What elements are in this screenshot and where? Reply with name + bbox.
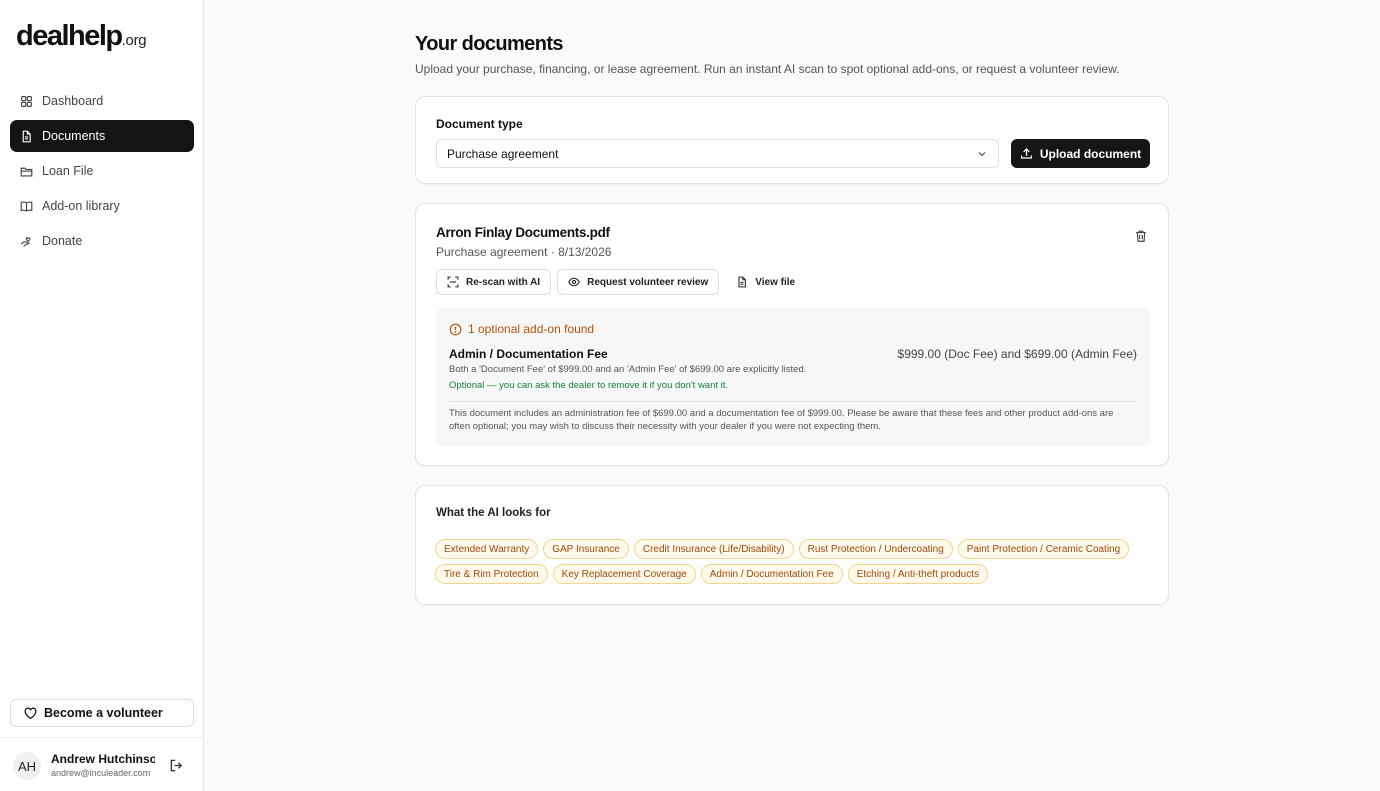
document-card: Arron Finlay Documents.pdf Purchase agre… [415, 203, 1169, 466]
upload-document-button[interactable]: Upload document [1011, 139, 1150, 168]
brand-logo[interactable]: dealhelp .org [16, 20, 147, 53]
document-type-label: Document type [436, 117, 523, 131]
addon-tag: Etching / Anti-theft products [847, 564, 988, 584]
trash-icon[interactable] [1134, 229, 1148, 243]
divider [449, 401, 1137, 402]
scan-icon [447, 276, 459, 288]
user-profile: AH Andrew Hutchinson andrew@inculeader.c… [0, 737, 204, 791]
sidebar-nav: Dashboard Documents Loan File Add-on lib… [10, 85, 194, 260]
addon-tag: Extended Warranty [435, 539, 539, 559]
upload-document-label: Upload document [1039, 146, 1142, 161]
addon-tag: Tire & Rim Protection [435, 564, 548, 584]
sidebar-item-label: Loan File [42, 164, 94, 178]
addon-tag-list: Extended Warranty GAP Insurance Credit I… [435, 539, 1155, 589]
document-type-select[interactable]: Purchase agreement [436, 139, 999, 168]
become-volunteer-button[interactable]: Become a volunteer [10, 699, 194, 727]
sidebar-item-add-on-library[interactable]: Add-on library [10, 190, 194, 222]
addon-amount: $999.00 (Doc Fee) and $699.00 (Admin Fee… [897, 347, 1137, 361]
addon-optional-note: Optional — you can ask the dealer to rem… [449, 380, 729, 391]
brand-tld: .org [121, 32, 147, 49]
document-icon [20, 130, 33, 143]
page-subtitle: Upload your purchase, financing, or leas… [415, 62, 1120, 76]
view-file-label: View file [755, 276, 796, 288]
folder-icon [20, 165, 33, 178]
findings-heading-text: 1 optional add-on found [468, 322, 595, 336]
file-icon [738, 276, 747, 288]
grid-icon [20, 95, 33, 108]
addon-tag: Key Replacement Coverage [552, 564, 696, 584]
sidebar-item-loan-file[interactable]: Loan File [10, 155, 194, 187]
addon-title: Admin / Documentation Fee [449, 347, 608, 361]
sidebar-item-donate[interactable]: Donate [10, 225, 194, 257]
sidebar-item-label: Add-on library [42, 199, 120, 213]
sidebar-item-label: Documents [42, 129, 106, 143]
upload-card: Document type Purchase agreement Upload … [415, 96, 1169, 184]
sidebar-item-label: Donate [42, 234, 83, 248]
avatar[interactable]: AH [13, 752, 41, 780]
rescan-label: Re-scan with AI [466, 276, 541, 288]
sidebar-item-documents[interactable]: Documents [10, 120, 194, 152]
become-volunteer-label: Become a volunteer [44, 706, 163, 720]
chevron-down-icon [978, 152, 986, 157]
user-name: Andrew Hutchinson [51, 752, 155, 766]
sidebar: dealhelp .org Dashboard Documents Loan F… [0, 0, 204, 791]
book-icon [20, 200, 33, 213]
document-meta: Purchase agreement · 8/13/2026 [436, 245, 612, 259]
brand-name: dealhelp [16, 20, 123, 52]
ai-looks-for-card: What the AI looks for Extended Warranty … [415, 485, 1169, 605]
document-file-name: Arron Finlay Documents.pdf [436, 225, 610, 240]
user-email: andrew@inculeader.com [51, 768, 151, 778]
sidebar-item-dashboard[interactable]: Dashboard [10, 85, 194, 117]
upload-icon [1020, 148, 1032, 159]
addon-tag: Paint Protection / Ceramic Coating [957, 539, 1130, 559]
findings-heading: 1 optional add-on found [449, 322, 594, 336]
findings-summary: This document includes an administration… [449, 408, 1114, 432]
hand-heart-icon [20, 235, 33, 248]
document-actions: Re-scan with AI Request volunteer review… [436, 269, 812, 295]
heart-icon [24, 707, 37, 719]
view-file-button[interactable]: View file [725, 269, 807, 295]
eye-icon [568, 277, 580, 287]
ai-looks-for-title: What the AI looks for [436, 507, 551, 519]
document-type-value: Purchase agreement [447, 146, 559, 161]
addon-tag: GAP Insurance [543, 539, 629, 559]
findings-panel: 1 optional add-on found Admin / Document… [436, 308, 1150, 446]
addon-tag: Admin / Documentation Fee [700, 564, 843, 584]
addon-tag: Rust Protection / Undercoating [798, 539, 953, 559]
addon-tag: Credit Insurance (Life/Disability) [633, 539, 794, 559]
addon-detail: Both a 'Document Fee' of $999.00 and an … [449, 364, 807, 375]
sidebar-item-label: Dashboard [42, 94, 104, 108]
alert-circle-icon [449, 323, 462, 335]
request-review-label: Request volunteer review [587, 276, 709, 288]
page-title: Your documents [415, 33, 564, 55]
request-review-button[interactable]: Request volunteer review [557, 269, 720, 295]
rescan-button[interactable]: Re-scan with AI [436, 269, 552, 295]
logout-icon[interactable] [169, 758, 184, 773]
